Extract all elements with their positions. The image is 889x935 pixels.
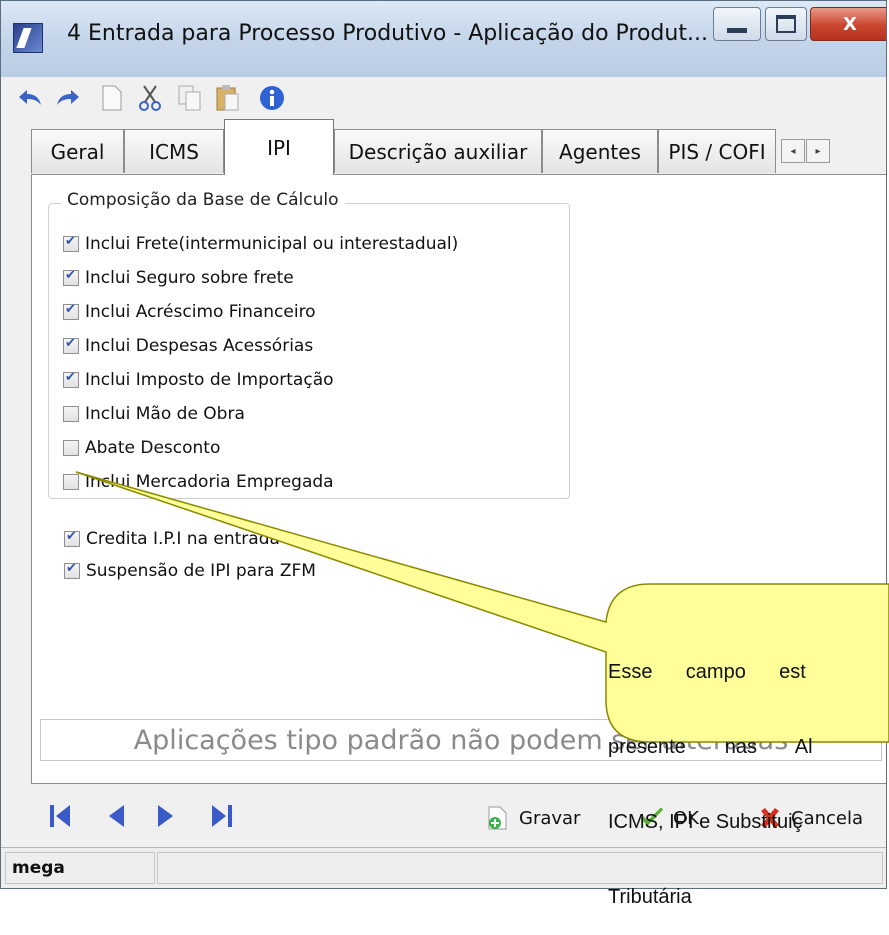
info-icon[interactable] <box>257 83 287 113</box>
checkbox-label: Credita I.P.I na entrada <box>86 529 280 549</box>
first-record-icon[interactable] <box>45 797 75 835</box>
checkbox-abate-desconto[interactable]: Abate Desconto <box>63 438 220 458</box>
checkbox-icon[interactable] <box>64 561 80 579</box>
checkbox-inclui-seguro[interactable]: Inclui Seguro sobre frete <box>63 268 294 288</box>
checkbox-inclui-acrescimo[interactable]: Inclui Acréscimo Financeiro <box>63 302 316 322</box>
checkbox-inclui-mercadoria[interactable]: Inclui Mercadoria Empregada <box>63 472 334 492</box>
checkbox-label: Inclui Mercadoria Empregada <box>85 472 334 492</box>
callout-line: presente nas Al <box>608 736 813 758</box>
callout-line: Tributária <box>608 886 692 908</box>
chevron-left-icon: ◂ <box>790 145 796 157</box>
tab-agentes[interactable]: Agentes <box>542 129 658 173</box>
window-title: 4 Entrada para Processo Produtivo - Apli… <box>67 21 708 46</box>
checkbox-label: Inclui Frete(intermunicipal ou interesta… <box>85 234 459 254</box>
next-record-icon[interactable] <box>151 797 181 835</box>
app-logo-icon <box>13 23 43 53</box>
checkbox-inclui-imposto-importacao[interactable]: Inclui Imposto de Importação <box>63 370 334 390</box>
redo-icon[interactable] <box>53 83 83 113</box>
cut-icon[interactable] <box>135 83 165 113</box>
checkbox-inclui-mao-de-obra[interactable]: Inclui Mão de Obra <box>63 404 245 424</box>
copy-icon[interactable] <box>175 83 205 113</box>
close-button[interactable]: X <box>810 7 886 41</box>
tab-ipi[interactable]: IPI <box>224 119 334 175</box>
tab-pis-cofins[interactable]: PIS / COFI <box>658 129 776 173</box>
callout-text: Esse campo est presente nas Al ICMS, IPI… <box>608 610 889 935</box>
new-document-icon[interactable] <box>97 83 127 113</box>
title-bar[interactable]: 4 Entrada para Processo Produtivo - Apli… <box>1 1 886 77</box>
checkbox-icon[interactable] <box>63 474 79 490</box>
save-label: Gravar <box>519 807 581 829</box>
status-user: mega <box>5 852 155 884</box>
checkbox-icon[interactable] <box>63 234 79 252</box>
minimize-button[interactable] <box>713 7 761 41</box>
toolbar <box>1 77 886 119</box>
checkbox-icon[interactable] <box>63 406 79 422</box>
checkbox-inclui-frete[interactable]: Inclui Frete(intermunicipal ou interesta… <box>63 234 458 254</box>
checkbox-inclui-despesas[interactable]: Inclui Despesas Acessórias <box>63 336 313 356</box>
checkbox-label: Inclui Imposto de Importação <box>85 370 334 390</box>
callout-line: ICMS, IPI e Substituiç <box>608 811 803 833</box>
tab-strip: Geral ICMS IPI Descrição auxiliar Agente… <box>31 119 886 175</box>
groupbox-title: Composição da Base de Cálculo <box>61 190 345 210</box>
tab-geral[interactable]: Geral <box>31 129 124 173</box>
tab-scroll-left-button[interactable]: ◂ <box>781 139 805 163</box>
callout-line: Esse campo est <box>608 661 806 683</box>
checkbox-label: Inclui Despesas Acessórias <box>85 336 314 356</box>
tab-label: Agentes <box>559 139 641 164</box>
minimize-icon <box>727 27 747 33</box>
checkbox-label: Inclui Mão de Obra <box>85 404 245 424</box>
tab-scroll-right-button[interactable]: ▸ <box>806 139 830 163</box>
checkbox-suspensao-ipi-zfm[interactable]: Suspensão de IPI para ZFM <box>64 561 316 581</box>
close-icon: X <box>843 13 857 35</box>
last-record-icon[interactable] <box>207 797 237 835</box>
tab-label: Geral <box>50 139 105 164</box>
checkbox-label: Inclui Acréscimo Financeiro <box>85 302 316 322</box>
checkbox-icon[interactable] <box>63 268 79 286</box>
base-calculo-groupbox: Composição da Base de Cálculo Inclui Fre… <box>48 190 570 499</box>
checkbox-label: Abate Desconto <box>85 438 221 458</box>
save-document-icon <box>485 805 511 831</box>
checkbox-label: Suspensão de IPI para ZFM <box>86 561 316 581</box>
save-button[interactable]: Gravar <box>485 801 580 835</box>
paste-icon[interactable] <box>213 83 243 113</box>
tab-icms[interactable]: ICMS <box>124 129 224 173</box>
tab-label: Descrição auxiliar <box>348 139 528 164</box>
checkbox-icon[interactable] <box>63 440 79 456</box>
tab-label: ICMS <box>149 139 199 164</box>
maximize-button[interactable] <box>765 7 807 41</box>
tab-descricao-auxiliar[interactable]: Descrição auxiliar <box>334 129 542 173</box>
tab-label: IPI <box>267 135 291 160</box>
previous-record-icon[interactable] <box>101 797 131 835</box>
checkbox-label: Inclui Seguro sobre frete <box>85 268 294 288</box>
tab-label: PIS / COFI <box>668 139 766 164</box>
checkbox-icon[interactable] <box>63 336 79 354</box>
checkbox-icon[interactable] <box>63 302 79 320</box>
chevron-right-icon: ▸ <box>815 145 821 157</box>
undo-icon[interactable] <box>15 83 45 113</box>
checkbox-credita-ipi[interactable]: Credita I.P.I na entrada <box>64 529 280 549</box>
checkbox-icon[interactable] <box>63 370 79 388</box>
checkbox-icon[interactable] <box>64 529 80 547</box>
maximize-icon <box>776 15 796 33</box>
